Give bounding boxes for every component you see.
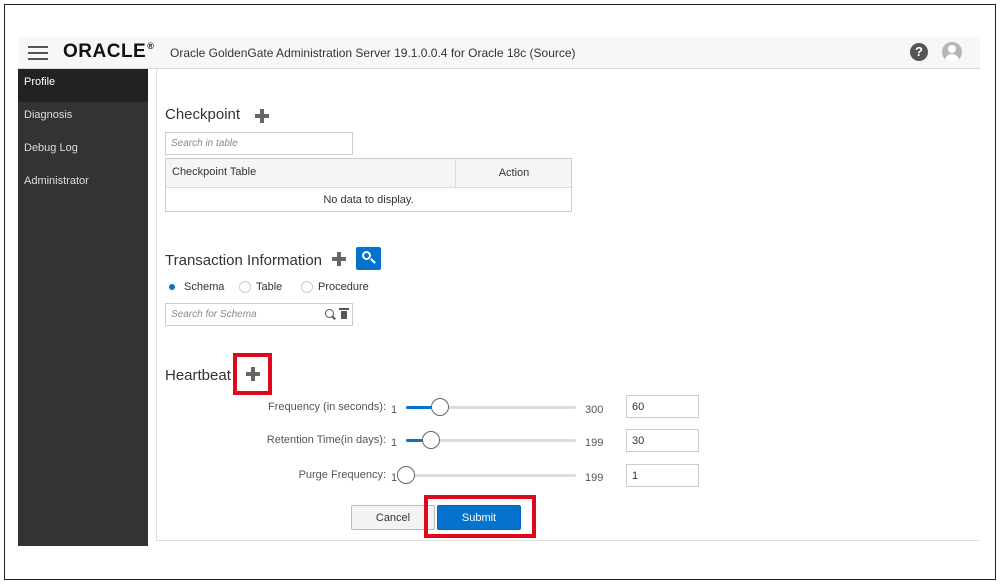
checkpoint-table: Checkpoint Table Action No data to displ… bbox=[165, 158, 572, 212]
retention-time-label: Retention Time(in days): bbox=[266, 434, 386, 446]
checkpoint-title: Checkpoint bbox=[165, 106, 241, 123]
hamburger-menu-icon[interactable] bbox=[28, 46, 48, 60]
schema-search-icon[interactable] bbox=[325, 309, 334, 318]
frequency-min: 1 bbox=[391, 404, 398, 416]
retention-time-input[interactable] bbox=[627, 430, 698, 451]
add-checkpoint-plus-icon[interactable] bbox=[255, 109, 269, 123]
column-header-action: Action bbox=[455, 159, 572, 188]
checkpoint-search-input[interactable] bbox=[166, 133, 352, 154]
radio-table[interactable]: Table bbox=[239, 281, 282, 293]
frequency-slider[interactable] bbox=[406, 398, 576, 416]
oracle-logo-text: ORACLE bbox=[63, 41, 147, 62]
schema-search-box bbox=[165, 303, 353, 326]
empty-table-message: No data to display. bbox=[323, 194, 414, 206]
transaction-information-title: Transaction Information bbox=[165, 252, 323, 269]
user-avatar-icon[interactable] bbox=[942, 42, 962, 62]
highlight-box-heartbeat-plus bbox=[233, 353, 272, 395]
purge-frequency-value-box bbox=[626, 464, 699, 487]
radio-schema[interactable]: Schema bbox=[167, 281, 224, 293]
oracle-logo: ORACLE® bbox=[63, 41, 154, 63]
trash-icon[interactable] bbox=[339, 308, 349, 319]
cancel-button[interactable]: Cancel bbox=[351, 505, 435, 530]
frequency-slider-handle[interactable] bbox=[431, 398, 449, 416]
sidebar: Profile Diagnosis Debug Log Administrato… bbox=[18, 69, 148, 546]
column-header-checkpoint-table: Checkpoint Table bbox=[172, 166, 257, 178]
retention-time-max: 199 bbox=[585, 437, 604, 449]
checkpoint-search-box bbox=[165, 132, 353, 155]
highlight-box-submit bbox=[424, 495, 536, 538]
add-transaction-plus-icon[interactable] bbox=[332, 252, 346, 266]
checkpoint-table-header: Checkpoint Table Action bbox=[166, 159, 571, 188]
retention-time-slider[interactable] bbox=[406, 431, 576, 449]
frequency-label: Frequency (in seconds): bbox=[268, 401, 386, 413]
radio-table-label: Table bbox=[256, 281, 283, 293]
schema-search-input[interactable] bbox=[166, 304, 306, 325]
purge-frequency-max: 199 bbox=[585, 472, 604, 484]
transaction-search-button[interactable] bbox=[356, 247, 381, 270]
app-title: Oracle GoldenGate Administration Server … bbox=[170, 46, 576, 60]
retention-time-min: 1 bbox=[391, 437, 398, 449]
registered-mark: ® bbox=[147, 41, 155, 51]
purge-frequency-slider[interactable] bbox=[397, 466, 576, 484]
purge-frequency-input[interactable] bbox=[627, 465, 698, 486]
frequency-max: 300 bbox=[585, 404, 604, 416]
radio-schema-label: Schema bbox=[184, 281, 225, 293]
radio-procedure[interactable]: Procedure bbox=[301, 281, 369, 293]
help-icon[interactable]: ? bbox=[910, 43, 928, 61]
sidebar-item-debug-log[interactable]: Debug Log bbox=[18, 135, 148, 168]
retention-time-slider-handle[interactable] bbox=[422, 431, 440, 449]
sidebar-item-administrator[interactable]: Administrator bbox=[18, 168, 148, 201]
frequency-input[interactable] bbox=[627, 396, 698, 417]
retention-time-value-box bbox=[626, 429, 699, 452]
frequency-value-box bbox=[626, 395, 699, 418]
purge-frequency-slider-handle[interactable] bbox=[397, 466, 415, 484]
sidebar-item-diagnosis[interactable]: Diagnosis bbox=[18, 102, 148, 135]
sidebar-item-profile[interactable]: Profile bbox=[18, 69, 148, 102]
header-bar: ORACLE® Oracle GoldenGate Administration… bbox=[18, 37, 980, 69]
radio-procedure-label: Procedure bbox=[318, 281, 369, 293]
heartbeat-title: Heartbeat bbox=[165, 367, 231, 384]
purge-frequency-label: Purge Frequency: bbox=[298, 469, 386, 481]
